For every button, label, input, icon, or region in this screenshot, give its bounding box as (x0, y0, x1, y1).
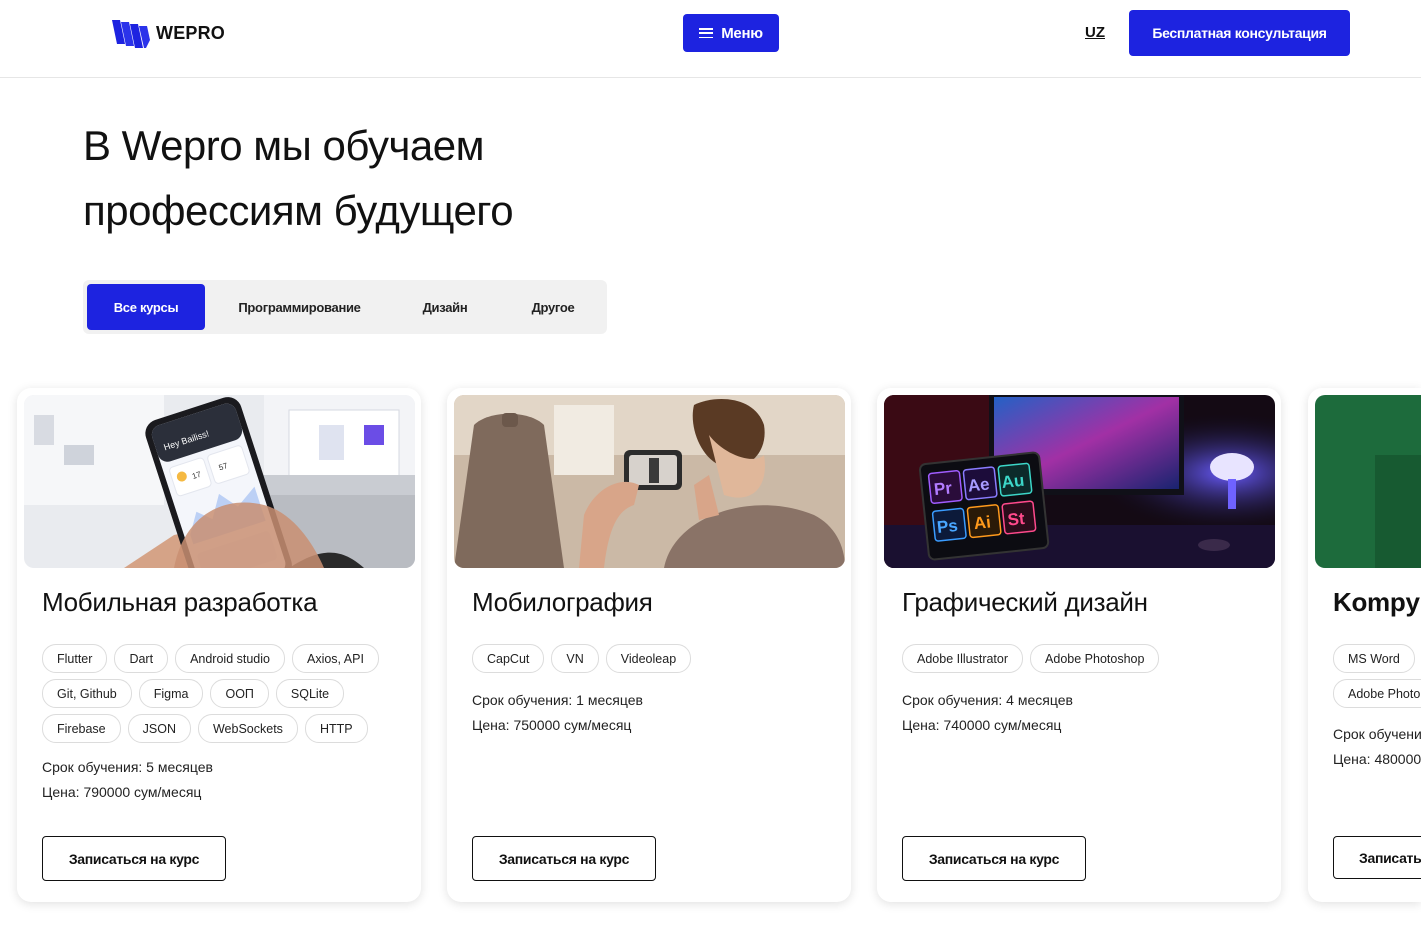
course-title: Мобильная разработка (42, 587, 318, 617)
course-image-graphic-design: Pr Ae Au Ps Ai St (884, 395, 1275, 568)
enroll-button[interactable]: Записаться на курс (472, 836, 656, 881)
tech-tag: MS Word (1333, 644, 1415, 673)
page-title: В Wepro мы обучаем профессиям будущего (83, 113, 643, 243)
tech-tag: Flutter (42, 644, 108, 673)
title-line-1: В Wepro мы обучаем (83, 122, 485, 169)
site-header: WEPRO Меню UZ Бесплатная консультация (0, 0, 1421, 78)
hamburger-icon (699, 28, 714, 38)
tech-tag: Android studio (175, 644, 285, 673)
tech-tag: Adobe Illustrator (902, 644, 1024, 673)
title-line-2: профессиям будущего (83, 187, 514, 234)
course-price: Цена: 480000 (1333, 751, 1421, 767)
course-title: Графический дизайн (902, 587, 1148, 617)
tab-other[interactable]: Другое (511, 284, 595, 330)
course-duration: Срок обучения: 1 месяцев (472, 692, 643, 708)
tech-tag: ООП (210, 679, 269, 708)
course-tags: Adobe Illustrator Adobe Photoshop (902, 644, 1262, 673)
course-price: Цена: 750000 сум/месяц (472, 717, 632, 733)
tech-tag: CapCut (472, 644, 545, 673)
course-tags: MS Word Adobe Photo (1333, 644, 1421, 708)
tech-tag: Videoleap (605, 644, 692, 673)
course-duration: Срок обучени (1333, 726, 1421, 742)
tech-tag: Figma (138, 679, 204, 708)
tech-tag: JSON (127, 714, 191, 743)
tech-tag: Axios, API (291, 644, 379, 673)
tab-design[interactable]: Дизайн (401, 284, 489, 330)
tab-programming[interactable]: Программирование (223, 284, 376, 330)
after-effects-icon: Ae (967, 474, 991, 495)
course-title: Kompyu (1333, 587, 1421, 617)
course-card[interactable]: Мобилография CapCut VN Videoleap Срок об… (447, 388, 851, 902)
tech-tag: VN (551, 644, 599, 673)
premiere-icon: Pr (933, 478, 953, 499)
illustrator-icon: Ai (973, 512, 992, 533)
photoshop-icon: Ps (936, 516, 959, 537)
tech-tag: Dart (114, 644, 169, 673)
audition-icon: Au (1001, 471, 1026, 492)
tech-tag: Git, Github (42, 679, 132, 708)
course-card[interactable]: Kompyu MS Word Adobe Photo Срок обучени … (1308, 388, 1421, 902)
course-image-computer-literacy (1315, 395, 1421, 568)
course-tags: Flutter Dart Android studio Axios, API G… (42, 644, 402, 743)
tech-tag: Adobe Photo (1333, 679, 1421, 708)
menu-button[interactable]: Меню (683, 14, 779, 52)
course-card[interactable]: Pr Ae Au Ps Ai St Графический дизайн Ado… (877, 388, 1281, 902)
tech-tag: SQLite (275, 679, 345, 708)
enroll-button[interactable]: Записаться на курс (42, 836, 226, 881)
enroll-button[interactable]: Записать (1333, 836, 1421, 879)
course-filter-tabs: Все курсы Программирование Дизайн Другое (83, 280, 607, 334)
free-consultation-button[interactable]: Бесплатная консультация (1129, 10, 1350, 56)
language-switch[interactable]: UZ (1085, 24, 1105, 41)
course-card[interactable]: Hey Bailiss! 17 57 Мобильная разработка … (17, 388, 421, 902)
course-duration: Срок обучения: 5 месяцев (42, 759, 213, 775)
course-image-mobilography (454, 395, 845, 568)
logo-text: WEPRO (156, 22, 226, 43)
tab-all-courses[interactable]: Все курсы (87, 284, 205, 330)
tech-tag: WebSockets (197, 714, 298, 743)
enroll-button[interactable]: Записаться на курс (902, 836, 1086, 881)
stock-icon: St (1007, 509, 1026, 530)
course-title: Мобилография (472, 587, 653, 617)
tech-tag: HTTP (304, 714, 368, 743)
course-image-mobile-dev: Hey Bailiss! 17 57 (24, 395, 415, 568)
course-price: Цена: 790000 сум/месяц (42, 784, 202, 800)
menu-label: Меню (721, 24, 763, 42)
tech-tag: Adobe Photoshop (1030, 644, 1160, 673)
logo[interactable]: WEPRO (112, 18, 225, 48)
course-duration: Срок обучения: 4 месяцев (902, 692, 1073, 708)
course-tags: CapCut VN Videoleap (472, 644, 832, 673)
course-price: Цена: 740000 сум/месяц (902, 717, 1062, 733)
logo-mark-icon (112, 20, 150, 48)
tech-tag: Firebase (42, 714, 121, 743)
